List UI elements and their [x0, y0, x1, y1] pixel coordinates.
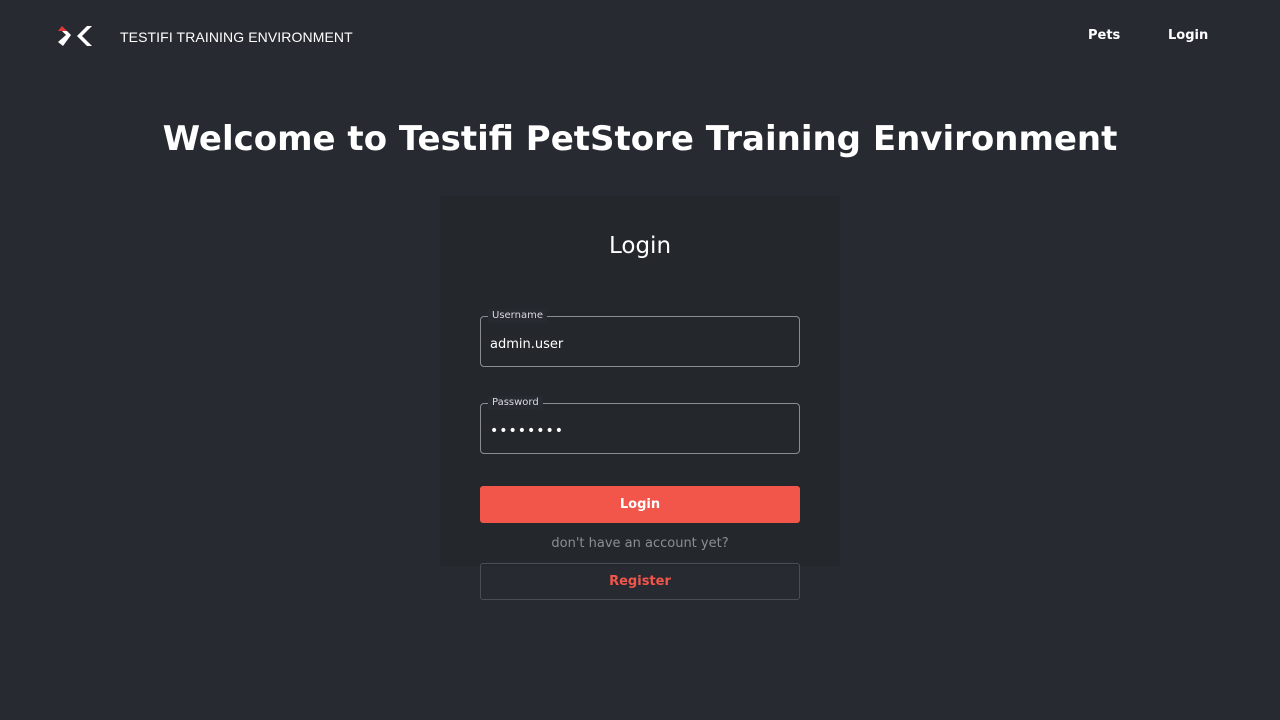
top-navbar: TESTIFI TRAINING ENVIRONMENT Pets Login — [0, 0, 1280, 72]
nav-link-login[interactable]: Login — [1168, 27, 1208, 45]
register-button[interactable]: Register — [480, 563, 800, 600]
nav-link-pets[interactable]: Pets — [1088, 27, 1120, 45]
testifi-logo-icon[interactable] — [57, 23, 93, 49]
username-label: Username — [488, 309, 547, 323]
login-button[interactable]: Login — [480, 486, 800, 523]
password-input[interactable] — [490, 420, 790, 442]
no-account-text: don't have an account yet? — [551, 536, 729, 551]
username-field[interactable]: Username — [480, 309, 800, 367]
brand-title: TESTIFI TRAINING ENVIRONMENT — [120, 29, 353, 45]
username-input[interactable] — [490, 333, 790, 355]
login-form-title: Login — [608, 233, 672, 259]
password-label: Password — [488, 396, 543, 410]
password-field[interactable]: Password — [480, 396, 800, 454]
page-title: Welcome to Testifi PetStore Training Env… — [162, 119, 1118, 159]
